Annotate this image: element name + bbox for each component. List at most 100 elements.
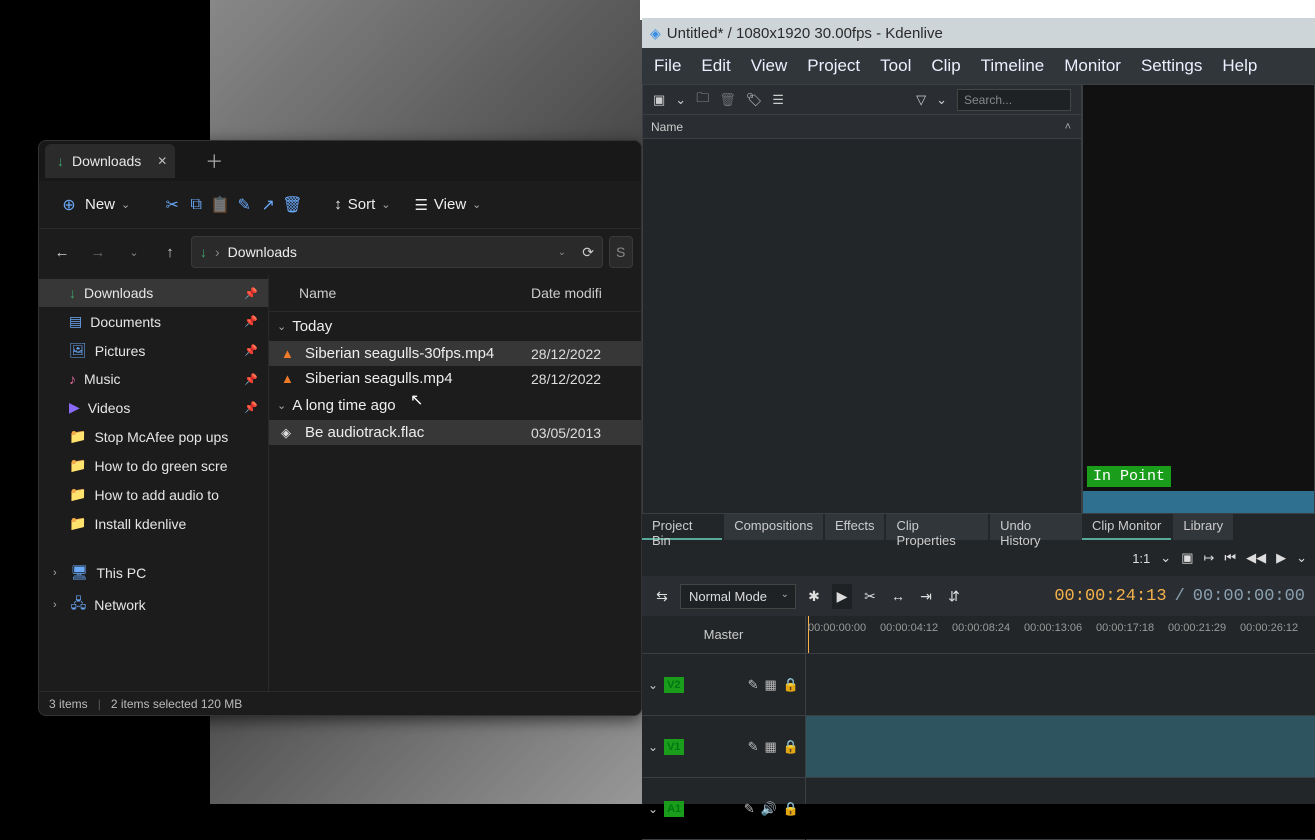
chevron-down-icon[interactable]: ⌄ (1296, 550, 1307, 566)
sidebar-item-network[interactable]: ›🖧Network (39, 587, 268, 623)
group-long-time-ago[interactable]: ⌄A long time ago (269, 391, 641, 420)
edit-mode-select[interactable]: Normal Mode⌄ (680, 584, 796, 609)
settings-icon[interactable]: ⇆ (652, 588, 672, 605)
timeline-row-v1[interactable] (806, 716, 1315, 778)
menu-project[interactable]: Project (807, 56, 860, 76)
chevron-down-icon[interactable]: ⌄ (936, 92, 947, 108)
menu-help[interactable]: Help (1222, 56, 1257, 76)
compositing-icon[interactable]: ✱ (804, 588, 824, 605)
file-row[interactable]: ◈Be audiotrack.flac03/05/2013 (269, 420, 641, 445)
menu-monitor[interactable]: Monitor (1064, 56, 1121, 76)
monitor-ruler[interactable] (1083, 491, 1314, 513)
effects-icon[interactable]: ✎ (748, 677, 759, 693)
tab-clip-monitor[interactable]: Clip Monitor (1082, 514, 1171, 540)
sidebar-item-downloads[interactable]: ↓Downloads📌 (39, 279, 268, 307)
sidebar-item-folder[interactable]: 📁Stop McAfee pop ups (39, 422, 268, 451)
tab-compositions[interactable]: Compositions (724, 514, 823, 540)
track-header-a1[interactable]: ⌄A1✎🔊🔒 (642, 778, 805, 840)
chevron-down-icon[interactable]: ⌄ (648, 678, 658, 692)
tab-project-bin[interactable]: Project Bin (642, 514, 722, 540)
kdenlive-titlebar[interactable]: ◈ Untitled* / 1080x1920 30.00fps - Kdenl… (642, 18, 1315, 48)
filter-icon[interactable]: ▽ (916, 92, 926, 108)
lock-icon[interactable]: 🔒 (783, 801, 799, 817)
rewind-icon[interactable]: ◀◀ (1246, 550, 1266, 566)
bin-search-input[interactable]: Search... (957, 89, 1071, 111)
overwrite-icon[interactable]: ⇵ (944, 588, 964, 605)
menu-file[interactable]: File (654, 56, 681, 76)
chevron-down-icon[interactable]: ⌄ (1160, 550, 1171, 566)
menu-icon[interactable]: ☰ (772, 92, 784, 108)
sort-button[interactable]: ↕ Sort ⌄ (324, 190, 400, 219)
new-button[interactable]: ⊕ New ⌄ (49, 189, 140, 221)
insert-icon[interactable]: ⇥ (916, 588, 936, 605)
search-input[interactable]: S (609, 236, 633, 268)
track-header-v2[interactable]: ⌄V2✎▦🔒 (642, 654, 805, 716)
chevron-down-icon[interactable]: ⌄ (675, 92, 686, 108)
file-row[interactable]: ▲Siberian seagulls-30fps.mp428/12/2022 (269, 341, 641, 366)
refresh-icon[interactable]: ⟳ (582, 244, 594, 261)
address-input[interactable]: ↓ › Downloads ⌄ ⟳ (191, 236, 603, 268)
history-dropdown[interactable]: ⌄ (119, 237, 149, 267)
cut-icon[interactable]: ✂ (162, 195, 182, 215)
column-name[interactable]: Name (281, 285, 531, 301)
ratio-label[interactable]: 1:1 (1132, 551, 1150, 566)
clip-monitor-panel[interactable]: In Point (1082, 84, 1315, 514)
copy-icon[interactable]: ⧉ (186, 196, 206, 214)
explorer-tab-downloads[interactable]: ↓ Downloads ✕ (45, 144, 175, 178)
effects-icon[interactable]: ✎ (748, 739, 759, 755)
menu-settings[interactable]: Settings (1141, 56, 1202, 76)
play-icon[interactable]: ▶ (1276, 550, 1286, 566)
film-icon[interactable]: ▦ (765, 739, 777, 755)
timeline-timecode-current[interactable]: 00:00:24:13 (1054, 587, 1166, 606)
delete-icon[interactable]: 🗑 (282, 195, 302, 215)
timeline-row-a1[interactable] (806, 778, 1315, 840)
chevron-down-icon[interactable]: ⌄ (558, 247, 566, 258)
up-button[interactable]: ↑ (155, 237, 185, 267)
tag-icon[interactable]: 🏷 (746, 92, 763, 108)
select-tool-icon[interactable]: ▶ (832, 584, 852, 609)
timeline-ruler[interactable]: 00:00:00:00 00:00:04:12 00:00:08:24 00:0… (806, 616, 1315, 654)
list-header[interactable]: Name Date modifi (269, 275, 641, 312)
sidebar-item-pictures[interactable]: 🖼Pictures📌 (39, 336, 268, 365)
view-button[interactable]: ☰ View ⌄ (404, 190, 491, 220)
timeline-tracks-area[interactable]: 00:00:00:00 00:00:04:12 00:00:08:24 00:0… (806, 616, 1315, 804)
menu-clip[interactable]: Clip (931, 56, 960, 76)
close-icon[interactable]: ✕ (157, 154, 167, 168)
menu-tool[interactable]: Tool (880, 56, 911, 76)
tab-effects[interactable]: Effects (825, 514, 885, 540)
spacer-icon[interactable]: ↔ (888, 588, 908, 604)
tab-undo-history[interactable]: Undo History (990, 514, 1082, 540)
back-button[interactable]: ← (47, 237, 77, 267)
menu-timeline[interactable]: Timeline (981, 56, 1045, 76)
sidebar-item-this-pc[interactable]: ›🖥This PC (39, 558, 268, 587)
film-icon[interactable]: ▦ (765, 677, 777, 693)
group-today[interactable]: ⌄Today (269, 312, 641, 341)
folder-add-icon[interactable]: 🗀 (696, 89, 709, 111)
sidebar-item-music[interactable]: ♪Music📌 (39, 365, 268, 393)
master-track[interactable]: Master (642, 616, 805, 654)
add-clip-icon[interactable]: ▣ (653, 92, 665, 108)
sidebar-item-folder[interactable]: 📁How to add audio to (39, 480, 268, 509)
timeline-row-v2[interactable] (806, 654, 1315, 716)
razor-icon[interactable]: ✂ (860, 588, 880, 605)
tab-library[interactable]: Library (1173, 514, 1233, 540)
sidebar-item-videos[interactable]: ▶Videos📌 (39, 393, 268, 422)
lock-icon[interactable]: 🔒 (783, 739, 799, 755)
sidebar-item-folder[interactable]: 📁Install kdenlive (39, 509, 268, 538)
breadcrumb[interactable]: Downloads (228, 244, 297, 260)
bin-column-header[interactable]: Name ˄ (643, 115, 1081, 139)
effects-icon[interactable]: ✎ (744, 801, 755, 817)
menu-edit[interactable]: Edit (701, 56, 730, 76)
rename-icon[interactable]: ✎ (234, 195, 254, 215)
chevron-down-icon[interactable]: ⌄ (648, 740, 658, 754)
tab-clip-properties[interactable]: Clip Properties (886, 514, 988, 540)
new-tab-button[interactable]: ＋ (205, 148, 223, 174)
track-header-v1[interactable]: ⌄V1✎▦🔒 (642, 716, 805, 778)
mute-icon[interactable]: 🔊 (761, 801, 777, 817)
sidebar-item-folder[interactable]: 📁How to do green scre (39, 451, 268, 480)
sidebar-item-documents[interactable]: ▤Documents📌 (39, 307, 268, 336)
share-icon[interactable]: ↗ (258, 195, 278, 215)
file-row[interactable]: ▲Siberian seagulls.mp428/12/2022 (269, 366, 641, 391)
goto-start-icon[interactable]: ↦ (1203, 550, 1214, 566)
lock-icon[interactable]: 🔒 (783, 677, 799, 693)
